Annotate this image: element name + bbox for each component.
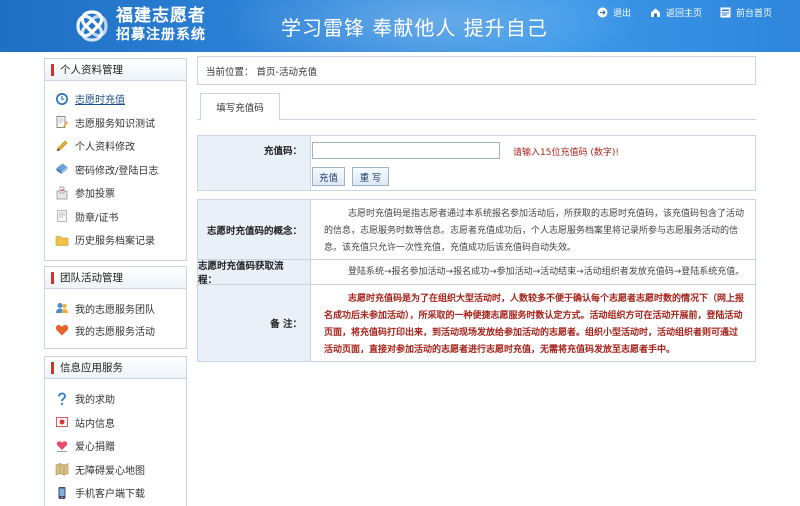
logout-link[interactable]: 退出 bbox=[597, 6, 631, 19]
note-text: 志愿时充值码是为了在组织大型活动时，人数较多不便于确认每个志愿者志愿时数的情况下… bbox=[324, 294, 745, 355]
section-marker bbox=[51, 271, 54, 284]
breadcrumb-text: 当前位置： 首页-活动充值 bbox=[206, 66, 317, 78]
sidebar-item-profile-edit[interactable]: 个人资料修改 bbox=[55, 134, 186, 158]
sidebar-item-my-team[interactable]: 我的志愿服务团队 bbox=[55, 297, 186, 319]
recharge-code-input[interactable] bbox=[312, 142, 500, 159]
home-label: 返回主页 bbox=[666, 9, 703, 19]
sidebar-item-label: 爱心捐赠 bbox=[75, 442, 115, 454]
sidebar-item-label: 参加投票 bbox=[75, 189, 115, 201]
sidebar-section-header[interactable]: 信息应用服务 bbox=[45, 357, 186, 379]
document-pencil-icon bbox=[55, 115, 69, 129]
tab-fill-recharge-code[interactable]: 填写充值码 bbox=[200, 93, 280, 121]
front-page-label: 前台首页 bbox=[736, 9, 773, 19]
info-row-note: 备 注： 志愿时充值码是为了在组织大型活动时，人数较多不便于确认每个志愿者志愿时… bbox=[198, 285, 755, 361]
clock-icon bbox=[55, 92, 69, 106]
logo-text[interactable]: 福建志愿者 招募注册系统 bbox=[116, 7, 206, 44]
sidebar-section-team: 团队活动管理 我的志愿服务团队 我的志愿服务活动 bbox=[44, 266, 187, 349]
sidebar-section-header[interactable]: 团队活动管理 bbox=[45, 267, 186, 289]
sidebar-section-personal: 个人资料管理 志愿时充值 志愿服务知识测试 个人资料修改 密码修改/登陆日志 参… bbox=[44, 58, 187, 261]
process-text: 登陆系统→报名参加活动→报名成功→参加活动→活动结束→活动组织者发放充值码→登陆… bbox=[348, 266, 745, 277]
sidebar-item-label: 志愿服务知识测试 bbox=[75, 118, 155, 130]
sidebar-item-password[interactable]: 密码修改/登陆日志 bbox=[55, 158, 186, 182]
info-row-process: 志愿时充值码获取流程： 登陆系统→报名参加活动→报名成功→参加活动→活动结束→活… bbox=[198, 260, 755, 286]
sidebar-section-info: 信息应用服务 我的求助 站内信息 爱心捐赠 无障碍爱心地图 手机客户端下载 bbox=[44, 356, 187, 506]
front-page-link[interactable]: 前台首页 bbox=[720, 6, 772, 19]
sidebar-item-label: 我的志愿服务活动 bbox=[75, 326, 155, 338]
sidebar-item-medals[interactable]: 勋章/证书 bbox=[55, 205, 186, 229]
sidebar-item-map[interactable]: 无障碍爱心地图 bbox=[55, 458, 186, 482]
sidebar-item-help[interactable]: 我的求助 bbox=[55, 387, 186, 411]
sidebar-item-label: 手机客户端下载 bbox=[75, 489, 145, 501]
sidebar-item-label: 个人资料修改 bbox=[75, 142, 135, 154]
tab-label: 填写充值码 bbox=[216, 103, 264, 114]
sidebar-item-label: 密码修改/登陆日志 bbox=[75, 165, 159, 177]
info-row-concept: 志愿时充值码的概念： 志愿时充值码是指志愿者通过本系统报名参加活动后，所获取的志… bbox=[198, 200, 755, 260]
home-link[interactable]: 返回主页 bbox=[650, 6, 702, 19]
sidebar-item-label: 我的志愿服务团队 bbox=[75, 304, 155, 316]
header-banner: 福建志愿者 招募注册系统 学习雷锋 奉献他人 提升自己 退出 返回主页 前台首页 bbox=[0, 0, 800, 52]
phone-icon bbox=[55, 486, 69, 500]
sidebar-item-my-activity[interactable]: 我的志愿服务活动 bbox=[55, 319, 186, 341]
sidebar-item-vote[interactable]: 参加投票 bbox=[55, 181, 186, 205]
slogan: 学习雷锋 奉献他人 提升自己 bbox=[281, 16, 548, 40]
logo-title: 福建志愿者 bbox=[116, 6, 206, 26]
sidebar-item-label: 我的求助 bbox=[75, 395, 115, 407]
vote-icon bbox=[55, 186, 69, 200]
help-icon bbox=[55, 392, 69, 406]
sidebar-section-title: 个人资料管理 bbox=[60, 64, 123, 76]
recharge-code-hint: 请输入15位充值码 (数字)! bbox=[513, 148, 619, 158]
sidebar-item-label: 志愿时充值 bbox=[75, 95, 125, 107]
concept-text: 志愿时充值码是指志愿者通过本系统报名参加活动后，所获取的志愿时充值码，该充值码包… bbox=[324, 209, 745, 253]
front-page-icon bbox=[720, 7, 731, 18]
map-icon bbox=[55, 462, 69, 476]
home-icon bbox=[650, 7, 661, 18]
sidebar-item-knowledge-test[interactable]: 志愿服务知识测试 bbox=[55, 111, 186, 135]
volunteer-logo-icon[interactable] bbox=[74, 8, 110, 44]
sidebar-item-donate[interactable]: 爱心捐赠 bbox=[55, 434, 186, 458]
tab-bar: 填写充值码 bbox=[197, 93, 756, 121]
key-icon bbox=[55, 162, 69, 176]
note-label: 备 注： bbox=[198, 285, 311, 361]
pencil-icon bbox=[55, 139, 69, 153]
donate-icon bbox=[55, 439, 69, 453]
info-table: 志愿时充值码的概念： 志愿时充值码是指志愿者通过本系统报名参加活动后，所获取的志… bbox=[197, 199, 756, 362]
certificate-icon bbox=[55, 209, 69, 223]
logout-label: 退出 bbox=[613, 9, 632, 19]
heart-icon bbox=[55, 323, 69, 337]
sidebar-item-label: 勋章/证书 bbox=[75, 212, 119, 224]
sidebar-item-label: 无障碍爱心地图 bbox=[75, 465, 145, 477]
recharge-button[interactable]: 充值 bbox=[312, 167, 345, 186]
sidebar-item-label: 站内信息 bbox=[75, 418, 115, 430]
section-marker bbox=[51, 63, 54, 76]
recharge-code-label: 充值码： bbox=[198, 136, 311, 190]
concept-label: 志愿时充值码的概念： bbox=[198, 200, 311, 259]
sidebar-item-label: 历史服务档案记录 bbox=[75, 236, 155, 248]
process-label: 志愿时充值码获取流程： bbox=[198, 260, 311, 286]
recharge-form: 充值码： 请输入15位充值码 (数字)! 充值 重 写 bbox=[197, 135, 756, 191]
breadcrumb: 当前位置： 首页-活动充值 bbox=[197, 56, 756, 85]
section-marker bbox=[51, 361, 54, 374]
sidebar-item-messages[interactable]: 站内信息 bbox=[55, 411, 186, 435]
sidebar-section-title: 信息应用服务 bbox=[60, 362, 123, 374]
reset-button[interactable]: 重 写 bbox=[352, 167, 389, 186]
sidebar-item-mobile-download[interactable]: 手机客户端下载 bbox=[55, 481, 186, 505]
logo-subtitle: 招募注册系统 bbox=[116, 27, 206, 43]
sidebar-item-history[interactable]: 历史服务档案记录 bbox=[55, 228, 186, 252]
logout-icon bbox=[597, 7, 608, 18]
team-icon bbox=[55, 301, 69, 315]
sidebar-section-title: 团队活动管理 bbox=[60, 272, 123, 284]
sidebar-section-header[interactable]: 个人资料管理 bbox=[45, 59, 186, 81]
sidebar-item-recharge[interactable]: 志愿时充值 bbox=[55, 87, 186, 111]
message-icon bbox=[55, 415, 69, 429]
folder-icon bbox=[55, 233, 69, 247]
